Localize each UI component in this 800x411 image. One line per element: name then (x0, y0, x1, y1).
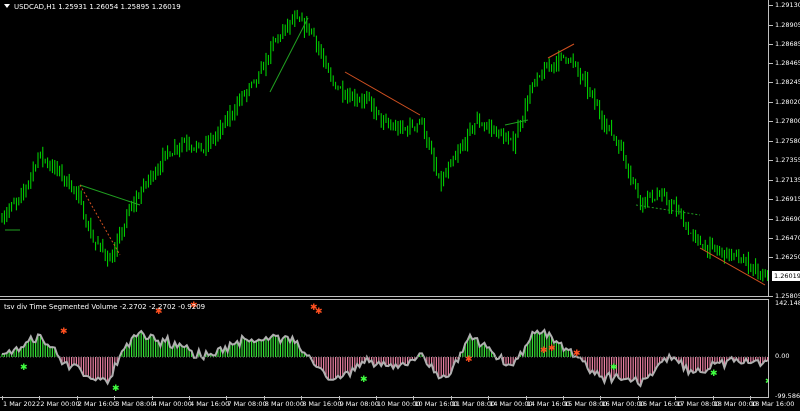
price-tick (769, 82, 773, 84)
divergence-arrow-icon: ✱ (548, 344, 556, 354)
divergence-line (344, 71, 421, 116)
time-axis-label: 2 Mar 16:00 (77, 400, 118, 408)
price-tick (769, 5, 773, 6)
price-axis-label: 1.26915 (775, 194, 800, 203)
time-axis-label: 1 Mar 2022 (3, 400, 41, 408)
candlestick-chart (1, 9, 768, 286)
price-axis-label: 1.26470 (775, 233, 800, 242)
time-axis-label: 8 Mar 00:00 (264, 400, 305, 408)
price-tick (769, 63, 773, 65)
chart-title: USDCAD,H1 1.25931 1.26054 1.25895 1.2601… (4, 3, 181, 11)
price-axis-label: 1.28245 (775, 78, 800, 87)
price-tick (769, 257, 773, 259)
divergence-arrow-icon: ✱ (112, 384, 120, 394)
price-axis-label: 1.26690 (775, 214, 800, 223)
price-tick (769, 121, 773, 123)
price-tick (769, 179, 773, 181)
divergence-arrow-icon: ✱ (540, 346, 548, 356)
price-axis-label: 1.28905 (775, 20, 800, 29)
price-tick (769, 102, 773, 104)
price-axis-label: 1.28020 (775, 98, 800, 107)
price-tick (769, 24, 773, 26)
divergence-arrow-icon: ✱ (315, 307, 323, 317)
indicator-min-label: -99.5865 (775, 392, 800, 400)
price-axis-label: 1.29130 (775, 1, 800, 9)
divergence-arrow-icon: ✱ (765, 377, 768, 387)
time-axis-label: 4 Mar 16:00 (190, 400, 230, 408)
price-chart-panel[interactable]: USDCAD,H1 1.25931 1.26054 1.25895 1.2601… (0, 0, 769, 297)
price-axis-label: 1.28685 (775, 39, 800, 48)
divergence-line (79, 184, 141, 206)
divergence-arrow-icon: ✱ (610, 363, 618, 373)
divergence-arrow-icon: ✱ (710, 369, 718, 379)
time-axis-label: 18 Mar 16:00 (751, 400, 795, 408)
time-axis-label: 7 Mar 08:00 (227, 400, 267, 408)
price-tick (769, 43, 773, 45)
current-price-label: 1.26019 (772, 271, 800, 281)
price-axis-label: 1.26250 (775, 253, 800, 262)
price-axis-label: 1.27135 (775, 175, 800, 184)
price-tick (769, 237, 773, 239)
price-tick (769, 160, 773, 162)
time-axis-label: 2 Mar 00:00 (40, 400, 80, 408)
indicator-title: tsv div Time Segmented Volume -2.2702 -2… (4, 303, 206, 311)
indicator-zero-label: 0.00 (775, 352, 790, 360)
time-axis-label: 3 Mar 08:00 (115, 400, 155, 408)
price-tick (769, 218, 773, 220)
tsv-indicator-chart: ✱✱✱✱✱✱✱✱✱✱✱✱✱✱✱ (0, 301, 768, 394)
divergence-arrow-icon: ✱ (360, 375, 368, 385)
indicator-panel[interactable]: ✱✱✱✱✱✱✱✱✱✱✱✱✱✱✱ tsv div Time Segmented V… (0, 299, 769, 398)
symbol-quote-text: USDCAD,H1 1.25931 1.26054 1.25895 1.2601… (14, 3, 181, 11)
price-axis-label: 1.27355 (775, 156, 800, 165)
price-axis-label: 1.28465 (775, 59, 800, 68)
price-axis-label: 1.27580 (775, 136, 800, 145)
price-tick (769, 140, 773, 142)
divergence-line (504, 119, 529, 126)
indicator-max-label: 142.1487 (775, 299, 800, 307)
divergence-line (269, 17, 309, 93)
divergence-arrow-icon: ✱ (465, 355, 473, 365)
divergence-arrow-icon: ✱ (573, 349, 581, 359)
time-axis-label: 8 Mar 16:00 (302, 400, 342, 408)
collapse-triangle-icon[interactable] (4, 4, 10, 8)
divergence-arrow-icon: ✱ (20, 363, 28, 373)
divergence-arrow-icon: ✱ (60, 327, 68, 337)
price-tick (769, 198, 773, 200)
price-tick (769, 296, 773, 297)
time-axis-label: 4 Mar 00:00 (152, 400, 192, 408)
time-axis-label: 9 Mar 08:00 (339, 400, 379, 408)
price-axis-label: 1.27800 (775, 117, 800, 126)
divergence-line (635, 204, 701, 216)
